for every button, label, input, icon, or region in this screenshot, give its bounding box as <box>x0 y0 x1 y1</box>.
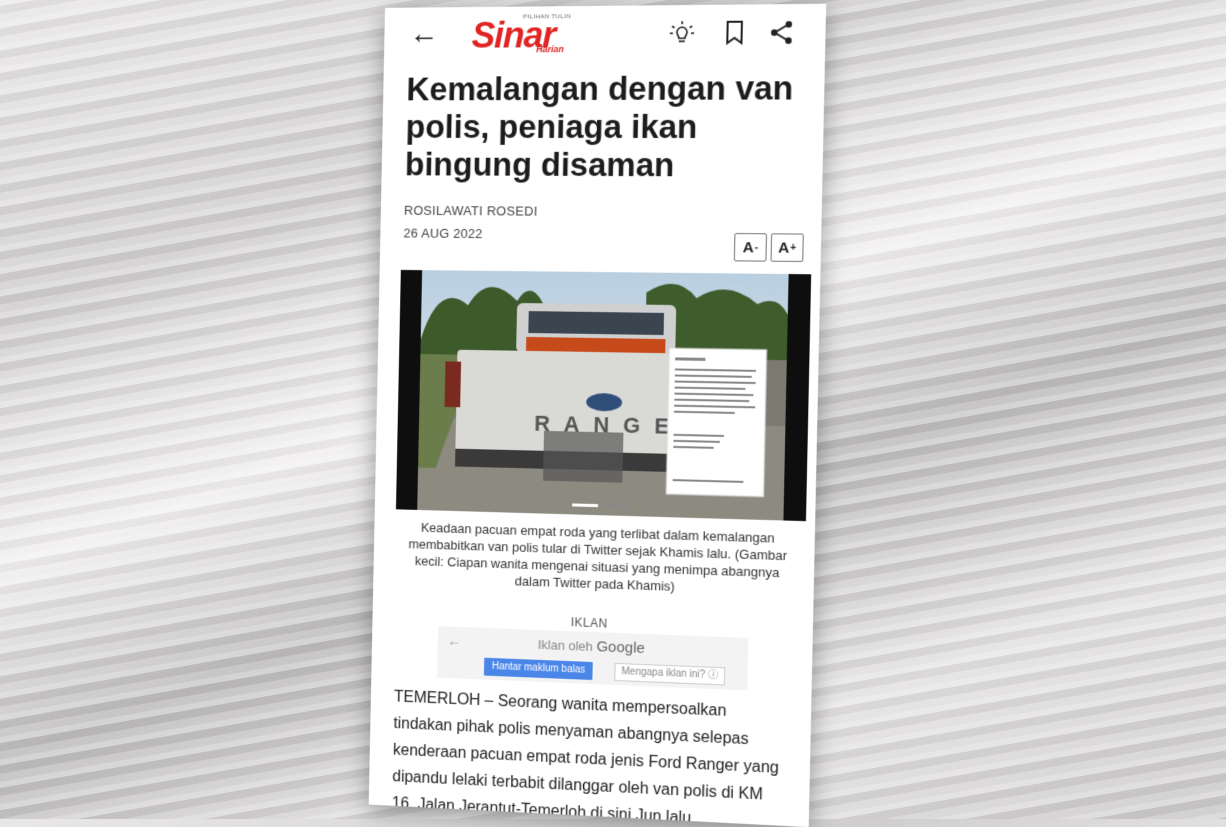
article-title: Kemalangan dengan van polis, peniaga ika… <box>405 69 806 185</box>
ad-feedback-button[interactable]: Hantar maklum balas <box>484 658 593 680</box>
sinar-harian-logo[interactable]: Sinar PILIHAN TULIN Harian <box>471 10 578 55</box>
ad-box: ← Iklan oleh Google Hantar maklum balas … <box>437 626 748 690</box>
bookmark-icon[interactable] <box>720 19 749 48</box>
font-decrease-button[interactable]: A- <box>734 233 767 262</box>
article-photo[interactable]: RANGE <box>396 270 811 521</box>
ad-why-button[interactable]: Mengapa iklan ini? ⓘ <box>614 663 725 686</box>
top-bar: ← Sinar PILIHAN TULIN Harian <box>384 4 826 61</box>
article-body: TEMERLOH – Seorang wanita mempersoalkan … <box>392 684 792 827</box>
article-author[interactable]: ROSILAWATI ROSEDI <box>404 203 538 219</box>
google-brand: Google <box>596 638 645 657</box>
arrow-left-icon[interactable]: ← <box>409 19 439 49</box>
photo-caption: Keadaan pacuan empat roda yang terlibat … <box>402 518 793 599</box>
font-size-controls: A- A+ <box>734 233 804 262</box>
font-increase-button[interactable]: A+ <box>770 233 803 262</box>
logo-sub: Harian <box>536 44 564 54</box>
lightbulb-icon[interactable] <box>668 19 697 47</box>
phone-screen: ← Sinar PILIHAN TULIN Harian <box>369 4 826 827</box>
article-date: 26 AUG 2022 <box>403 226 482 241</box>
share-icon[interactable] <box>767 18 796 47</box>
logo-tag: PILIHAN TULIN <box>523 14 571 20</box>
